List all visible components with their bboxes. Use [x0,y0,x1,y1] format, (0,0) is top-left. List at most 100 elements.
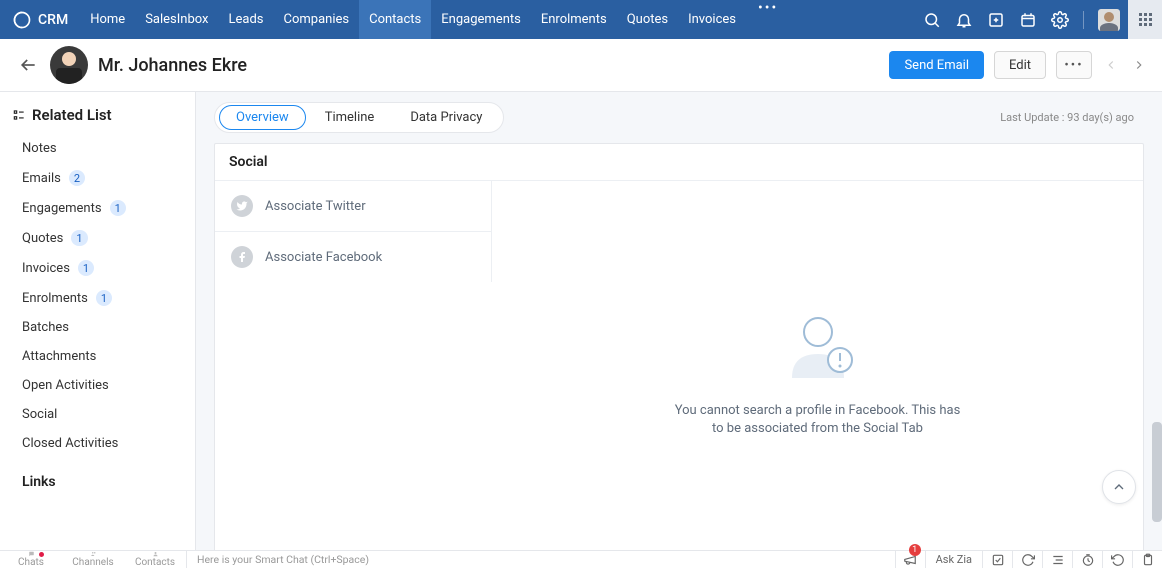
sidebar-item-label: Open Activities [22,378,109,393]
zia-icon[interactable] [1042,551,1072,568]
empty-illustration [778,304,858,384]
user-avatar[interactable] [1098,9,1120,31]
sidebar-item-label: Closed Activities [22,436,118,451]
twitter-icon [231,195,253,217]
sidebar-item-label: Emails [22,171,61,186]
calendar-icon[interactable] [1019,11,1037,29]
brand-logo-icon [12,10,32,30]
sidebar-item-label: Enrolments [22,291,88,306]
clipboard-icon[interactable] [1132,551,1162,568]
plus-box-icon[interactable] [987,11,1005,29]
empty-message: You cannot search a profile in Facebook.… [668,402,968,438]
last-update-text: Last Update : 93 day(s) ago [1000,111,1144,124]
brand[interactable]: CRM [0,10,80,30]
notification-dot [39,552,44,557]
nav-more-icon[interactable]: ••• [746,0,790,39]
associate-twitter[interactable]: Associate Twitter [215,181,492,232]
sidebar-item-notes[interactable]: Notes [0,134,195,163]
history-icon[interactable] [1102,551,1132,568]
nav-quotes[interactable]: Quotes [617,0,678,39]
bb-contacts[interactable]: Contacts [124,551,186,568]
notification-badge: 1 [909,544,921,556]
sidebar-item-label: Attachments [22,349,96,364]
nav-enrolments[interactable]: Enrolments [531,0,617,39]
nav-engagements[interactable]: Engagements [431,0,531,39]
nav-leads[interactable]: Leads [219,0,274,39]
sidebar-item-emails[interactable]: Emails 2 [0,163,195,193]
nav-salesinbox[interactable]: SalesInbox [135,0,218,39]
sidebar-item-label: Notes [22,141,57,156]
bell-icon[interactable] [955,11,973,29]
check-icon[interactable] [982,551,1012,568]
sidebar-badge: 1 [110,200,126,216]
sidebar-badge: 2 [69,170,85,186]
sidebar-item-label: Social [22,407,57,422]
social-panel: Social Associate Twitter Associate Faceb… [214,143,1144,562]
sidebar-item-label: Quotes [22,231,63,246]
record-actions: Send Email Edit ••• [889,51,1148,79]
apps-launcher-icon[interactable] [1128,0,1162,39]
smart-chat-hint[interactable]: Here is your Smart Chat (Ctrl+Space) [187,553,379,566]
scroll-to-top-button[interactable] [1102,470,1136,504]
related-list-heading: Related List [0,106,195,134]
panel-title: Social [215,144,1143,181]
bottom-bar-left: Chats Channels Contacts [0,551,187,568]
sidebar-badge: 1 [78,260,94,276]
refresh-icon[interactable] [1012,551,1042,568]
tab-overview[interactable]: Overview [219,105,306,130]
bb-label: Contacts [135,557,175,568]
sidebar-item-enrolments[interactable]: Enrolments 1 [0,283,195,313]
associate-twitter-label: Associate Twitter [265,199,366,214]
tab-timeline[interactable]: Timeline [308,105,392,130]
nav-home[interactable]: Home [80,0,135,39]
sidebar-item-quotes[interactable]: Quotes 1 [0,223,195,253]
main-layout: Related List Notes Emails2 Engagements1 … [0,92,1162,550]
sidebar-item-open-activities[interactable]: Open Activities [0,371,195,400]
sidebar-item-engagements[interactable]: Engagements 1 [0,193,195,223]
tabs-row: Overview Timeline Data Privacy Last Upda… [196,92,1162,143]
sidebar-item-label: Batches [22,320,69,335]
sidebar-item-closed-activities[interactable]: Closed Activities [0,429,195,458]
back-button[interactable] [14,51,42,79]
next-record-button[interactable] [1130,56,1148,74]
bb-chats[interactable]: Chats [0,551,62,568]
ask-zia-button[interactable]: Ask Zia [925,551,982,568]
related-list-icon [12,108,26,122]
topnav-right-icons [923,9,1128,31]
gear-icon[interactable] [1051,11,1069,29]
related-list-label: Related List [32,106,112,124]
tab-data-privacy[interactable]: Data Privacy [393,105,499,130]
facebook-icon [231,246,253,268]
send-email-button[interactable]: Send Email [889,51,984,79]
nav-contacts[interactable]: Contacts [359,0,431,39]
sidebar-badge: 1 [71,230,87,246]
panel-body: Associate Twitter Associate Facebook [215,181,1143,561]
sidebar-badge: 1 [96,290,112,306]
sidebar-item-batches[interactable]: Batches [0,313,195,342]
brand-text: CRM [38,12,68,28]
empty-state: You cannot search a profile in Facebook.… [492,181,1143,561]
separator [1083,11,1084,29]
bottom-bar: Chats Channels Contacts Here is your Sma… [0,550,1162,568]
sidebar-item-label: Invoices [22,261,70,276]
associate-column: Associate Twitter Associate Facebook [215,181,492,561]
record-title: Mr. Johannes Ekre [98,55,247,76]
record-avatar[interactable] [50,46,88,84]
search-icon[interactable] [923,11,941,29]
nav-companies[interactable]: Companies [274,0,360,39]
sidebar-item-invoices[interactable]: Invoices 1 [0,253,195,283]
scrollbar[interactable] [1152,422,1162,522]
bb-label: Channels [72,557,113,568]
sidebar-item-label: Engagements [22,201,102,216]
megaphone-icon[interactable]: 1 [895,551,925,568]
associate-facebook[interactable]: Associate Facebook [215,232,492,282]
more-actions-button[interactable]: ••• [1056,51,1092,79]
edit-button[interactable]: Edit [994,51,1046,79]
sidebar-item-attachments[interactable]: Attachments [0,342,195,371]
nav-invoices[interactable]: Invoices [678,0,746,39]
bb-channels[interactable]: Channels [62,551,124,568]
sidebar-item-social[interactable]: Social [0,400,195,429]
nav-items: Home SalesInbox Leads Companies Contacts… [80,0,790,39]
clock-icon[interactable] [1072,551,1102,568]
links-heading: Links [0,458,195,496]
